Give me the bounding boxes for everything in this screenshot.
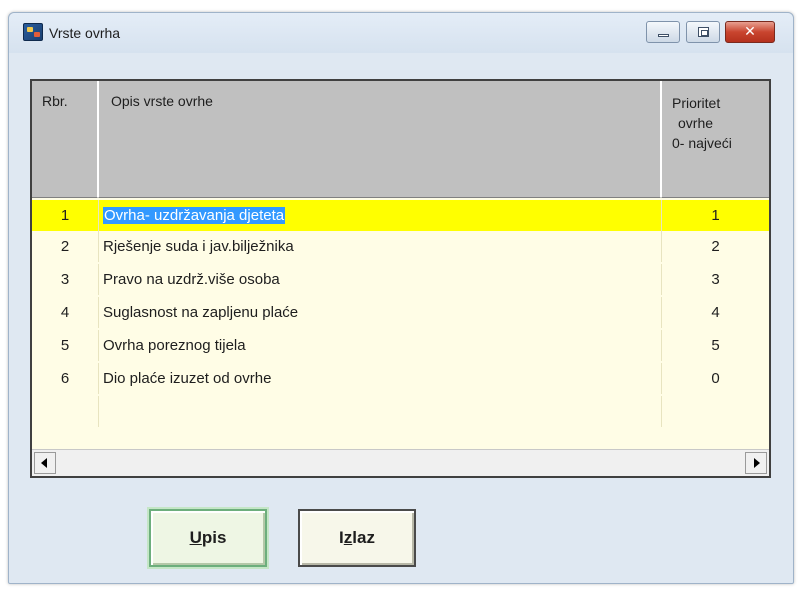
cell-prioritet: 4 (661, 297, 769, 328)
cell-prioritet: 0 (661, 363, 769, 394)
cell-opis: Suglasnost na zapljenu plaće (98, 297, 661, 328)
scroll-right-arrow-icon (754, 458, 760, 468)
cell-opis[interactable]: Ovrha- uzdržavanja djeteta (98, 200, 661, 231)
izlaz-mnemonic: z (343, 528, 353, 547)
cell-rbr (32, 396, 98, 427)
upis-button[interactable]: Upis (149, 509, 267, 567)
column-header-prioritet-line3: 0- najveći (672, 135, 732, 151)
column-header-rbr-label: Rbr. (42, 93, 68, 109)
cell-opis: Rješenje suda i jav.bilježnika (98, 231, 661, 262)
close-icon: ✕ (744, 24, 756, 40)
enforcement-types-grid[interactable]: Rbr. Opis vrste ovrhe Prioritet ovrhe 0-… (30, 79, 771, 478)
table-row[interactable]: 4 Suglasnost na zapljenu plaće 4 (32, 297, 769, 328)
cell-opis: Dio plaće izuzet od ovrhe (98, 363, 661, 394)
column-header-opis-label: Opis vrste ovrhe (111, 93, 213, 109)
minimize-button[interactable] (646, 21, 680, 43)
column-header-prioritet-line2: ovrhe (678, 115, 714, 131)
cell-rbr: 6 (60, 370, 70, 387)
cell-opis (98, 396, 661, 427)
cell-rbr: 2 (60, 238, 70, 255)
izlaz-label-rest: laz (352, 528, 375, 547)
cell-prioritet: 2 (661, 231, 769, 262)
minimize-icon (658, 34, 669, 37)
cell-prioritet: 5 (661, 330, 769, 361)
upis-label-rest: pis (201, 528, 227, 547)
scroll-right-button[interactable] (745, 452, 767, 474)
title-bar[interactable]: Vrste ovrha ✕ (9, 13, 793, 53)
table-row[interactable]: 6 Dio plaće izuzet od ovrhe 0 (32, 363, 769, 394)
table-row-empty[interactable] (32, 396, 769, 427)
scroll-left-arrow-icon (41, 458, 47, 468)
column-header-prioritet-line1: Prioritet (672, 95, 721, 111)
izlaz-button[interactable]: Izlaz (298, 509, 416, 567)
table-row[interactable]: 3 Pravo na uzdrž.više osoba 3 (32, 264, 769, 295)
cell-rbr: 4 (60, 304, 70, 321)
table-row[interactable]: 1 Ovrha- uzdržavanja djeteta 1 (32, 200, 769, 231)
close-button[interactable]: ✕ (725, 21, 775, 43)
cell-rbr: 3 (60, 271, 70, 288)
cell-opis: Pravo na uzdrž.više osoba (98, 264, 661, 295)
cell-prioritet: 3 (661, 264, 769, 295)
selected-text: Ovrha- uzdržavanja djeteta (103, 207, 286, 224)
table-row[interactable]: 5 Ovrha poreznog tijela 5 (32, 330, 769, 361)
cell-rbr: 5 (60, 337, 70, 354)
column-header-prioritet[interactable]: Prioritet ovrhe 0- najveći (661, 81, 769, 198)
column-header-rbr[interactable]: Rbr. (32, 81, 98, 198)
scroll-left-button[interactable] (34, 452, 56, 474)
column-header-opis[interactable]: Opis vrste ovrhe (98, 81, 661, 198)
cell-prioritet: 1 (661, 200, 769, 231)
cell-prioritet (661, 396, 769, 427)
maximize-button[interactable] (686, 21, 720, 43)
table-row[interactable]: 2 Rješenje suda i jav.bilježnika 2 (32, 231, 769, 262)
cell-rbr: 1 (60, 207, 70, 224)
window-title: Vrste ovrha (49, 25, 121, 41)
horizontal-scrollbar[interactable] (32, 449, 769, 476)
cell-opis: Ovrha poreznog tijela (98, 330, 661, 361)
app-icon[interactable] (23, 23, 43, 41)
upis-mnemonic: U (189, 528, 202, 547)
maximize-icon (698, 27, 709, 37)
